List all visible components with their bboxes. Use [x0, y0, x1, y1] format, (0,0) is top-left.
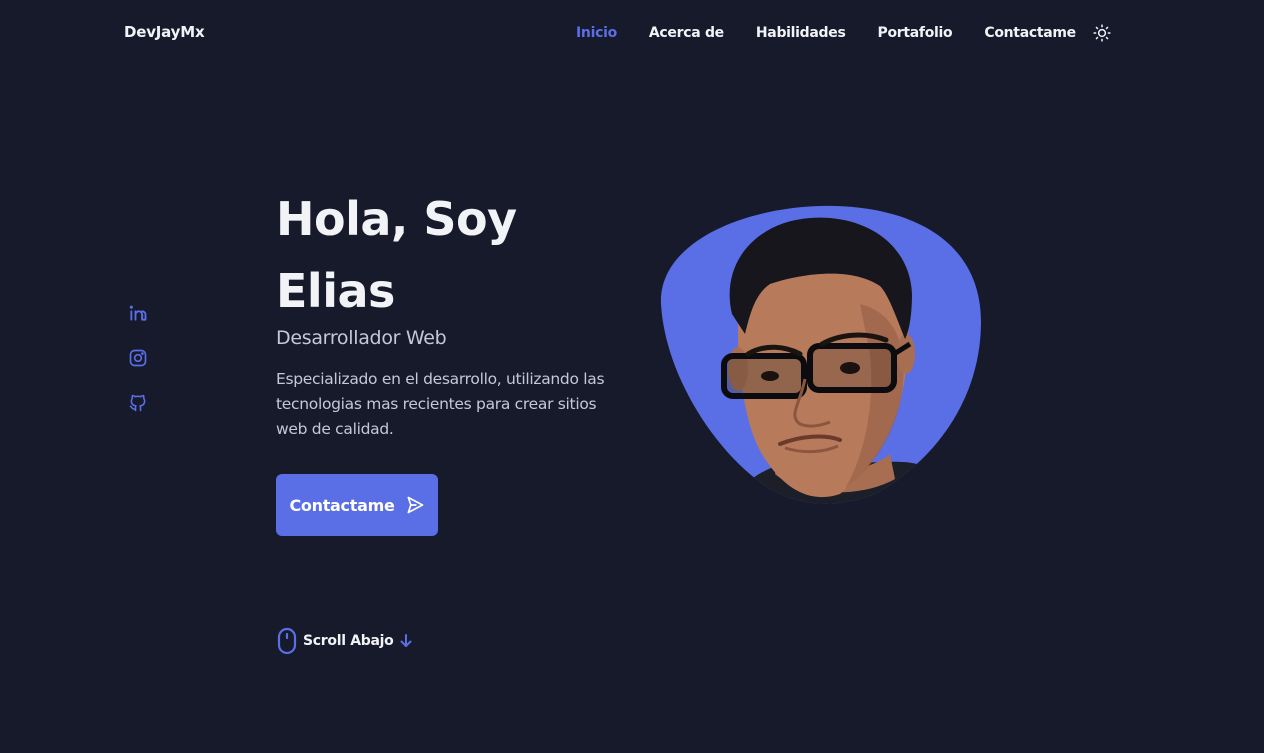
contact-button-label: Contactame — [289, 495, 395, 515]
scroll-label: Scroll Abajo — [303, 633, 394, 649]
hero-title-line1: Hola, Soy — [276, 192, 517, 246]
github-icon[interactable] — [127, 392, 149, 414]
linkedin-icon[interactable] — [127, 302, 149, 324]
instagram-icon[interactable] — [127, 347, 149, 369]
logo[interactable]: DevJayMx — [124, 23, 205, 41]
mouse-icon — [277, 627, 297, 655]
hero-title-line2: Elias — [276, 264, 395, 318]
arrow-down-icon — [400, 634, 411, 647]
hero-subtitle: Desarrollador Web — [276, 327, 447, 349]
hero-description: Especializado en el desarrollo, utilizan… — [276, 370, 605, 438]
social-links — [127, 302, 149, 437]
send-icon — [407, 496, 423, 514]
nav-item-contactame[interactable]: Contactame — [984, 25, 1076, 41]
nav-item-inicio[interactable]: Inicio — [576, 25, 617, 41]
nav-item-acerca[interactable]: Acerca de — [649, 25, 724, 41]
nav-item-habilidades[interactable]: Habilidades — [756, 25, 846, 41]
header: DevJayMx Inicio Acerca de Habilidades Po… — [0, 0, 1264, 66]
scroll-down[interactable]: Scroll Abajo — [277, 627, 412, 655]
sun-icon[interactable] — [1092, 23, 1112, 43]
main-nav: Inicio Acerca de Habilidades Portafolio … — [576, 23, 1112, 43]
hero-title: Hola, Soy Elias — [276, 183, 616, 327]
contact-button[interactable]: Contactame — [276, 474, 438, 536]
profile-avatar — [660, 204, 982, 504]
nav-item-portafolio[interactable]: Portafolio — [877, 25, 952, 41]
